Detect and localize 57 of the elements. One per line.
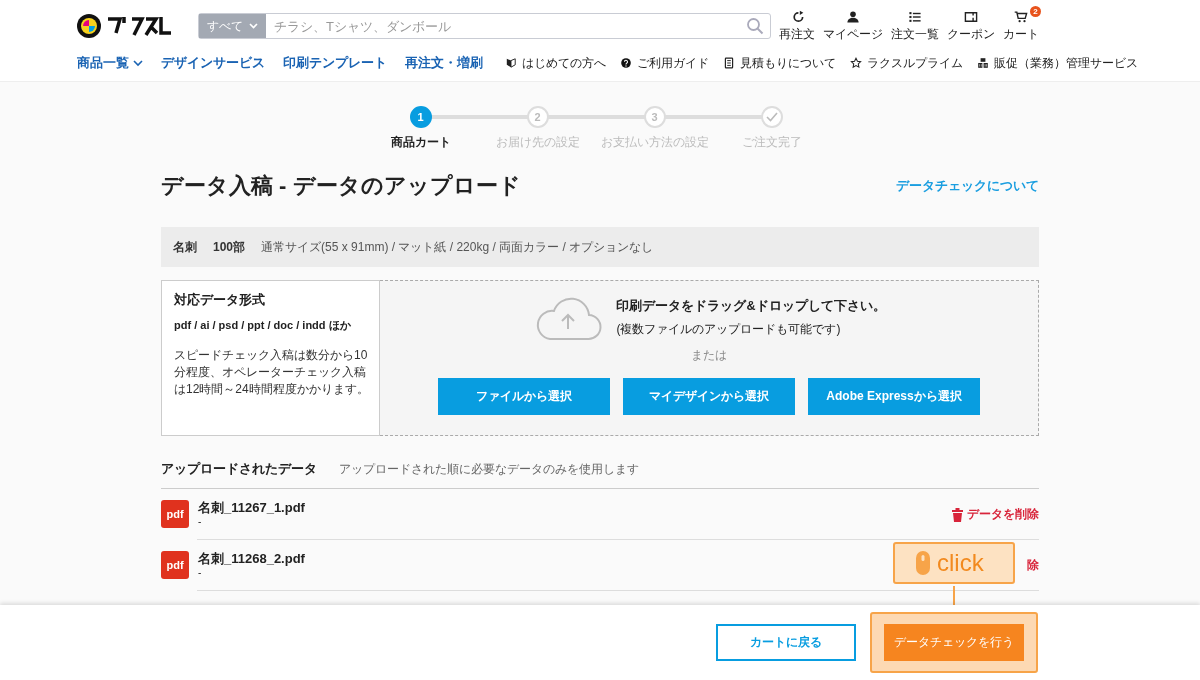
pdf-file-icon: pdf bbox=[161, 551, 189, 579]
back-to-cart-button[interactable]: カートに戻る bbox=[716, 624, 856, 661]
nav-link[interactable]: はじめての方へ bbox=[505, 55, 606, 71]
formats-heading: 対応データ形式 bbox=[174, 291, 266, 309]
mypage-icon bbox=[846, 9, 860, 24]
beginner-icon bbox=[505, 57, 517, 69]
check-icon bbox=[765, 112, 778, 122]
header-action[interactable]: マイページ bbox=[823, 9, 883, 43]
step-label: 商品カート bbox=[390, 134, 451, 151]
nav-item[interactable]: 印刷テンプレート bbox=[283, 54, 387, 72]
nav-item[interactable]: 再注文・増刷 bbox=[405, 54, 483, 72]
step-marker: 1 bbox=[409, 106, 432, 128]
prime-icon bbox=[850, 57, 862, 69]
header-action[interactable]: 注文一覧 bbox=[891, 9, 939, 43]
header-action[interactable]: 再注文 bbox=[779, 9, 815, 43]
mouse-icon bbox=[915, 550, 931, 576]
formats-note: スピードチェック入稿は数分から10分程度、オペレーターチェック入稿は12時間～24時間程度かかります。 bbox=[174, 347, 370, 398]
guide-icon bbox=[620, 57, 632, 69]
file-name: 名刺_11268_2.pdf bbox=[198, 550, 305, 568]
delete-link[interactable]: 除 bbox=[1027, 557, 1039, 574]
cart-count-badge: 2 bbox=[1030, 5, 1041, 17]
uploaded-note: アップロードされた順に必要なデータのみを使用します bbox=[339, 460, 639, 478]
step-marker: 2 bbox=[526, 106, 549, 128]
orders-icon bbox=[908, 9, 922, 24]
uploaded-heading: アップロードされたデータ bbox=[161, 460, 317, 478]
or-separator: または bbox=[691, 347, 727, 364]
nav-link[interactable]: ご利用ガイド bbox=[620, 55, 709, 71]
nav-link[interactable]: 販促（業務）管理サービス bbox=[977, 55, 1138, 71]
drop-message: 印刷データをドラッグ&ドロップして下さい。 bbox=[616, 298, 886, 315]
nav-link[interactable]: 見積もりについて bbox=[723, 55, 836, 71]
header-action[interactable]: クーポン bbox=[947, 9, 995, 43]
estimate-icon bbox=[723, 57, 735, 69]
nav-item[interactable]: 商品一覧 bbox=[77, 54, 143, 72]
coupon-icon bbox=[964, 9, 978, 24]
nav-item[interactable]: デザインサービス bbox=[161, 54, 265, 72]
logo-icon bbox=[76, 13, 102, 39]
trash-icon bbox=[952, 507, 963, 522]
reorder-icon bbox=[790, 9, 804, 24]
file-name: 名刺_11267_1.pdf bbox=[198, 499, 305, 517]
quantity: 100部 bbox=[213, 238, 246, 256]
chevron-icon bbox=[133, 59, 143, 67]
nav-link[interactable]: ラクスルプライム bbox=[850, 55, 963, 71]
callout-label: click bbox=[937, 549, 984, 577]
chevron-icon bbox=[249, 23, 258, 29]
formats-list: pdf / ai / psd / ppt / doc / indd ほか bbox=[174, 318, 371, 333]
cart-icon bbox=[1014, 9, 1028, 24]
business-icon bbox=[977, 57, 989, 69]
drop-hint: (複数ファイルのアップロードも可能です) bbox=[616, 321, 842, 338]
product-name: 名刺 bbox=[173, 238, 197, 256]
product-details: 通常サイズ(55 x 91mm) / マット紙 / 220kg / 両面カラー / オプションなし bbox=[261, 238, 654, 256]
search-icon[interactable] bbox=[746, 17, 764, 35]
pdf-file-icon: pdf bbox=[161, 500, 189, 528]
file-detail: - bbox=[198, 517, 203, 527]
file-detail: - bbox=[198, 568, 203, 578]
step-marker: 3 bbox=[643, 106, 666, 128]
delete-link[interactable]: データを削除 bbox=[952, 506, 1039, 523]
page-title: データ入稿 - データのアップロード bbox=[161, 172, 521, 200]
